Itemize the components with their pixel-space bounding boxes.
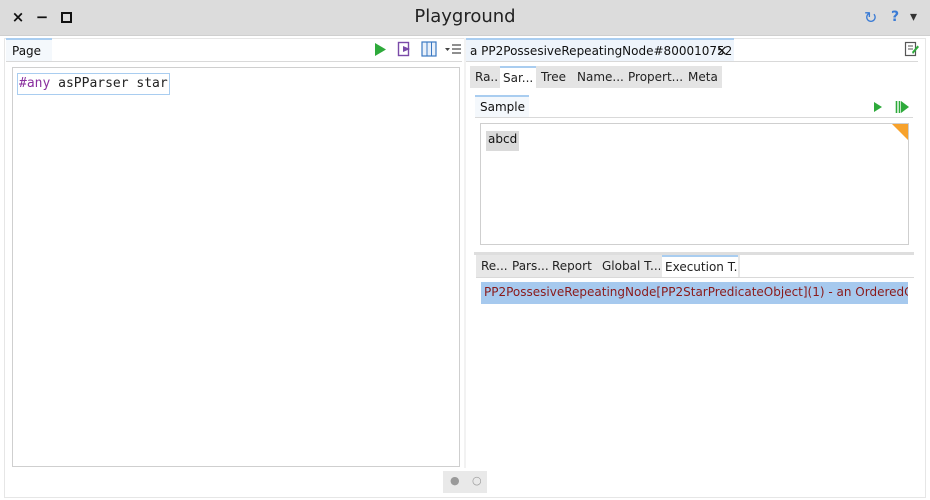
tab-view-name-label: Name... <box>577 70 624 84</box>
close-tab-icon[interactable]: × <box>716 43 728 59</box>
tab-global-trace-label: Global T... <box>602 259 660 273</box>
tab-view-name[interactable]: Name... <box>574 66 624 88</box>
tab-sample-label: Sample <box>480 100 525 114</box>
sample-text: abcd <box>486 131 520 151</box>
tab-view-sample-label: Sar... <box>503 71 534 85</box>
sample-input[interactable]: abcd <box>480 123 909 245</box>
refresh-icon: ↻ <box>864 8 878 27</box>
menu-list-icon <box>445 44 461 54</box>
corner-flag-icon <box>892 124 908 140</box>
result-tab-divider <box>476 277 914 278</box>
tab-execution-trace-label: Execution T... <box>665 260 738 274</box>
help-icon: ? <box>891 9 900 25</box>
sample-tab-divider <box>475 117 913 118</box>
tab-inspector[interactable]: a PP2PossesiveRepeatingNode#800010752 × <box>466 38 734 62</box>
play-icon <box>375 43 386 56</box>
tab-parse-label: Pars... <box>512 259 548 273</box>
help-button[interactable]: ? <box>891 9 899 25</box>
tab-sample[interactable]: Sample <box>475 95 529 118</box>
chevron-down-icon: ▾ <box>910 9 918 25</box>
run-button[interactable] <box>373 42 387 57</box>
tab-view-raw[interactable]: Ra... <box>472 66 498 88</box>
more-menu-button[interactable] <box>445 43 461 55</box>
right-tab-divider <box>466 61 918 62</box>
tab-view-properties[interactable]: Propert... <box>626 66 684 88</box>
code-text: asPParser star <box>50 76 168 91</box>
table-icon <box>421 41 437 57</box>
play-step-icon <box>895 101 909 113</box>
tab-global-trace[interactable]: Global T... <box>598 255 660 277</box>
result-row-text: PP2PossesiveRepeatingNode[PP2StarPredica… <box>484 285 908 299</box>
inspector-action-button[interactable] <box>904 41 920 57</box>
tab-inspector-label: a PP2PossesiveRepeatingNode#800010752 <box>470 44 733 58</box>
tab-execution-trace[interactable]: Execution T... <box>662 255 738 277</box>
tab-result-label: Re... <box>481 259 508 273</box>
debug-sample-button[interactable] <box>894 99 910 115</box>
code-keyword: #any <box>19 76 51 91</box>
tab-view-raw-label: Ra... <box>475 70 498 84</box>
run-sample-button[interactable] <box>872 100 884 114</box>
tab-view-properties-label: Propert... <box>628 70 684 84</box>
pane-splitter[interactable] <box>464 38 466 468</box>
page-dot-active[interactable]: ● <box>450 474 460 487</box>
tab-view-meta[interactable]: Meta <box>686 66 722 88</box>
window-title: Playground <box>414 6 516 27</box>
left-tab-divider <box>6 61 462 62</box>
tab-page-label: Page <box>12 44 42 58</box>
tab-view-meta-label: Meta <box>688 70 718 84</box>
tab-view-sample[interactable]: Sar... <box>500 66 536 88</box>
code-editor[interactable]: #any asPParser star <box>12 67 460 467</box>
tab-report[interactable]: Report <box>550 255 596 277</box>
bindings-button[interactable] <box>421 41 437 57</box>
tab-view-tree[interactable]: Tree <box>538 66 572 88</box>
refresh-button[interactable]: ↻ <box>864 8 877 27</box>
window-titlebar: × − Playground ↻ ? ▾ <box>0 0 930 36</box>
do-it-and-go-button[interactable] <box>397 41 413 57</box>
tab-report-label: Report <box>552 259 592 273</box>
window-menu-button[interactable]: ▾ <box>910 9 917 25</box>
play-icon <box>874 102 882 112</box>
tab-page[interactable]: Page <box>6 38 52 62</box>
result-view-tabs: Re... Pars... Report Global T... Executi… <box>476 255 740 277</box>
page-indicator: ● ○ <box>443 471 487 493</box>
tab-result[interactable]: Re... <box>478 255 508 277</box>
code-line: #any asPParser star <box>17 73 170 95</box>
list-item[interactable]: PP2PossesiveRepeatingNode[PP2StarPredica… <box>481 282 908 304</box>
edit-note-icon <box>904 41 919 57</box>
inspect-icon <box>397 41 410 57</box>
tab-parse[interactable]: Pars... <box>510 255 548 277</box>
page-dot-inactive[interactable]: ○ <box>472 474 482 487</box>
inspector-view-tabs: Ra... Sar... Tree Name... Propert... Met… <box>470 66 722 88</box>
tab-view-tree-label: Tree <box>541 70 567 84</box>
